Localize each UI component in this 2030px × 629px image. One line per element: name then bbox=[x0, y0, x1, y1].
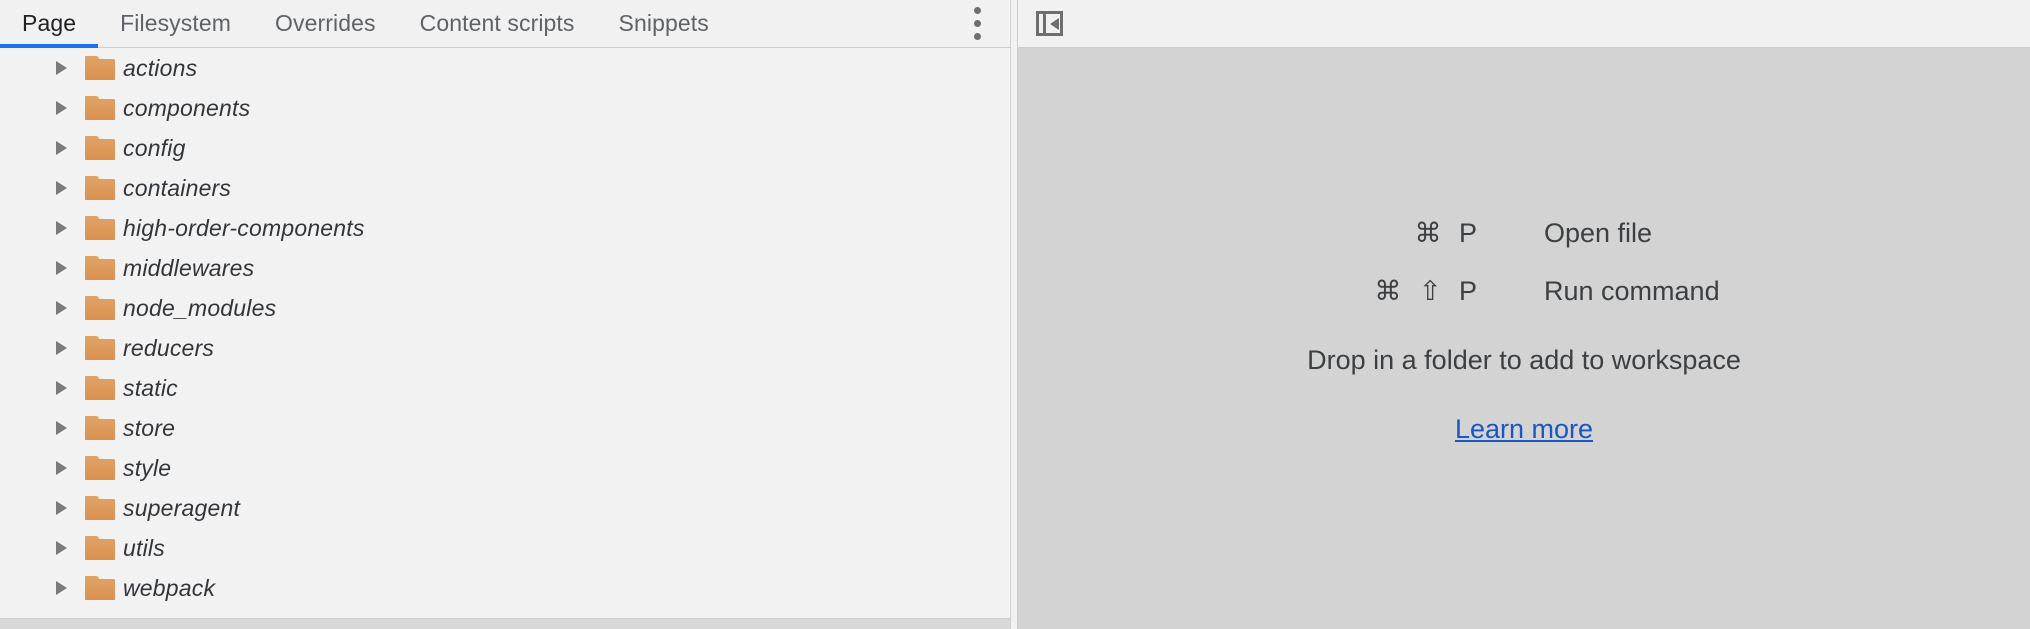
shortcut-open-file-action: Open file bbox=[1544, 218, 1653, 248]
folder-icon bbox=[85, 536, 115, 560]
horizontal-scrollbar[interactable] bbox=[0, 618, 1010, 629]
folder-icon bbox=[85, 576, 115, 600]
tab-snippets[interactable]: Snippets bbox=[597, 0, 731, 47]
sidebar-collapse-icon bbox=[1035, 11, 1063, 36]
shortcut-run-command-action: Run command bbox=[1544, 276, 1720, 306]
file-tree-rows: actions components config containers high-or… bbox=[0, 48, 1010, 608]
tree-row[interactable]: middlewares bbox=[0, 248, 1010, 288]
dot bbox=[973, 33, 981, 40]
tree-row-label: node_modules bbox=[123, 295, 277, 321]
shortcut-open-file: ⌘ P Open file bbox=[1244, 205, 1804, 263]
more-options-icon[interactable] bbox=[950, 0, 1004, 47]
tree-row-label: actions bbox=[123, 55, 198, 81]
shortcut-run-command: ⌘ ⇧ P Run command bbox=[1244, 263, 1804, 321]
devtools-sources-panel: Page Filesystem Overrides Content script… bbox=[0, 0, 2030, 629]
tree-row[interactable]: reducers bbox=[0, 328, 1010, 368]
chevron-right-icon[interactable] bbox=[56, 99, 74, 117]
tree-row[interactable]: superagent bbox=[0, 488, 1010, 528]
navigator-tabbar: Page Filesystem Overrides Content script… bbox=[0, 0, 1010, 48]
file-tree[interactable]: actions components config containers high-or… bbox=[0, 48, 1010, 629]
tree-row[interactable]: webpack bbox=[0, 568, 1010, 608]
collapse-navigator-sidebar-button[interactable] bbox=[1032, 9, 1066, 39]
chevron-right-icon[interactable] bbox=[56, 139, 74, 157]
tree-row[interactable]: components bbox=[0, 88, 1010, 128]
tree-row[interactable]: node_modules bbox=[0, 288, 1010, 328]
editor-panel: ⌘ P Open file ⌘ ⇧ P Run command Drop in … bbox=[1018, 0, 2030, 629]
folder-icon bbox=[85, 216, 115, 240]
tab-overrides[interactable]: Overrides bbox=[253, 0, 398, 47]
tab-overrides-label: Overrides bbox=[275, 10, 376, 36]
tree-row[interactable]: utils bbox=[0, 528, 1010, 568]
tree-row-label: high-order-components bbox=[123, 215, 365, 241]
folder-icon bbox=[85, 136, 115, 160]
tree-row-label: superagent bbox=[123, 495, 241, 521]
folder-icon bbox=[85, 456, 115, 480]
tree-row-label: style bbox=[123, 455, 172, 481]
tree-row[interactable]: static bbox=[0, 368, 1010, 408]
tree-row[interactable]: containers bbox=[0, 168, 1010, 208]
chevron-right-icon[interactable] bbox=[56, 539, 74, 557]
folder-icon bbox=[85, 96, 115, 120]
chevron-right-icon[interactable] bbox=[56, 259, 74, 277]
chevron-right-icon[interactable] bbox=[56, 59, 74, 77]
folder-icon bbox=[85, 336, 115, 360]
shortcut-run-command-keys: ⌘ ⇧ P bbox=[1374, 276, 1482, 306]
editor-empty-state: ⌘ P Open file ⌘ ⇧ P Run command Drop in … bbox=[1018, 48, 2030, 629]
tree-row[interactable]: store bbox=[0, 408, 1010, 448]
tree-row[interactable]: style bbox=[0, 448, 1010, 488]
tree-row-label: webpack bbox=[123, 575, 216, 601]
navigator-panel: Page Filesystem Overrides Content script… bbox=[0, 0, 1010, 629]
folder-icon bbox=[85, 176, 115, 200]
folder-icon bbox=[85, 496, 115, 520]
tree-row[interactable]: config bbox=[0, 128, 1010, 168]
tree-row-label: middlewares bbox=[123, 255, 255, 281]
drop-folder-hint: Drop in a folder to add to workspace bbox=[1307, 344, 1741, 375]
tree-row-label: store bbox=[123, 415, 176, 441]
chevron-right-icon[interactable] bbox=[56, 179, 74, 197]
tree-row-label: utils bbox=[123, 535, 165, 561]
tab-page[interactable]: Page bbox=[0, 0, 99, 48]
tree-row[interactable]: actions bbox=[0, 48, 1010, 88]
chevron-right-icon[interactable] bbox=[56, 499, 74, 517]
chevron-right-icon[interactable] bbox=[56, 459, 74, 477]
tree-row[interactable]: high-order-components bbox=[0, 208, 1010, 248]
chevron-right-icon[interactable] bbox=[56, 379, 74, 397]
chevron-right-icon[interactable] bbox=[56, 579, 74, 597]
tree-row-label: reducers bbox=[123, 335, 215, 361]
tabbar-spacer bbox=[731, 0, 950, 47]
folder-icon bbox=[85, 56, 115, 80]
tab-filesystem[interactable]: Filesystem bbox=[98, 0, 253, 47]
dot bbox=[973, 20, 981, 27]
tree-row-label: static bbox=[123, 375, 178, 401]
tree-row-label: components bbox=[123, 95, 251, 121]
folder-icon bbox=[85, 256, 115, 280]
tab-page-label: Page bbox=[22, 10, 77, 36]
tab-content-scripts-label: Content scripts bbox=[419, 10, 575, 36]
learn-more-link[interactable]: Learn more bbox=[1455, 414, 1593, 445]
chevron-right-icon[interactable] bbox=[56, 299, 74, 317]
folder-icon bbox=[85, 376, 115, 400]
tree-row-label: containers bbox=[123, 175, 232, 201]
tree-row-label: config bbox=[123, 135, 186, 161]
dot bbox=[973, 7, 981, 14]
folder-icon bbox=[85, 296, 115, 320]
tab-content-scripts[interactable]: Content scripts bbox=[398, 0, 597, 47]
tab-filesystem-label: Filesystem bbox=[120, 10, 232, 36]
panel-divider[interactable] bbox=[1010, 0, 1018, 629]
folder-icon bbox=[85, 416, 115, 440]
chevron-right-icon[interactable] bbox=[56, 419, 74, 437]
tab-snippets-label: Snippets bbox=[618, 10, 709, 36]
chevron-right-icon[interactable] bbox=[56, 339, 74, 357]
chevron-right-icon[interactable] bbox=[56, 219, 74, 237]
editor-header bbox=[1018, 0, 2030, 48]
shortcut-open-file-keys: ⌘ P bbox=[1414, 218, 1482, 248]
